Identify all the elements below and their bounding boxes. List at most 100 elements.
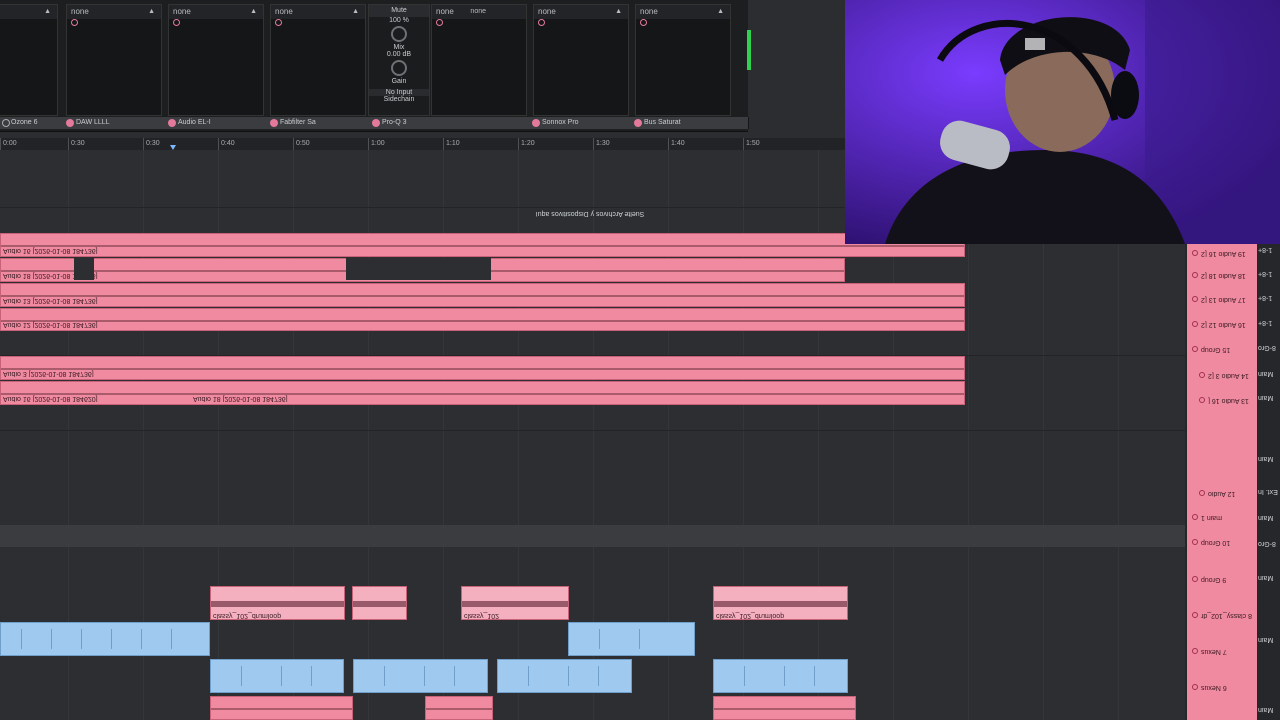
record-arm-icon[interactable] [1192,684,1198,690]
track-io[interactable]: 8-Gro [1258,344,1280,358]
power-icon[interactable] [372,119,380,127]
audio-clip[interactable]: Audio 16 [2026-01-08 184736] [0,233,965,257]
pin-icon[interactable] [436,19,443,26]
audio-clip[interactable] [713,696,856,720]
track-io[interactable]: Main [1258,370,1280,384]
track-header[interactable]: 7 Nexus [1187,642,1257,664]
track-io[interactable]: Main [1258,455,1280,469]
midi-clip[interactable] [210,659,344,693]
track-header[interactable]: main 1 [1187,508,1257,530]
slot-label: none [640,7,658,16]
chevron-up-icon[interactable]: ▲ [615,5,622,19]
midi-clip[interactable] [497,659,632,693]
track-header[interactable]: 15 Group [1187,340,1257,362]
group-icon[interactable] [1192,576,1198,582]
track-io[interactable]: Main [1258,574,1280,588]
device-slot[interactable]: none▲ [270,4,366,116]
audio-clip[interactable]: Audio 3 [2026-01-08 184736] [0,356,965,380]
drum-clip[interactable]: classy_102 [461,586,569,620]
pin-icon[interactable] [275,19,282,26]
track-io[interactable]: Ext. In [1258,488,1280,502]
device-slot[interactable]: none▲ [66,4,162,116]
midi-clip[interactable] [713,659,848,693]
track-io[interactable]: 1-8+ [1258,319,1280,333]
device-header[interactable]: Fabfilter Sa [266,117,369,129]
chevron-up-icon[interactable]: ▲ [148,5,155,19]
track-header[interactable]: 16 Audio 12 [2 [1187,315,1257,337]
drum-clip[interactable]: classy_102_drumloop [713,586,848,620]
audio-clip[interactable] [210,696,353,720]
chevron-up-icon[interactable]: ▲ [352,5,359,19]
track-header[interactable]: 17 Audio 13 [2 [1187,290,1257,312]
record-arm-icon[interactable] [1192,272,1198,278]
device-header[interactable]: Sonnox Pro [528,117,631,129]
pin-icon[interactable] [173,19,180,26]
device-slot[interactable]: none▲ [533,4,629,116]
audio-clip[interactable]: Audio 12 [2026-01-08 184736] [0,308,965,331]
record-arm-icon[interactable] [1199,490,1205,496]
gain-knob[interactable] [391,60,407,76]
track-header[interactable]: 14 Audio 3 [2 [1194,366,1264,388]
midi-clip[interactable] [568,622,695,656]
drum-clip[interactable]: classy_102_drumloop [210,586,345,620]
midi-clip[interactable] [0,622,210,656]
chevron-up-icon[interactable]: ▲ [250,5,257,19]
midi-clip[interactable] [353,659,488,693]
device-header[interactable]: Pro-Q 3 [368,117,529,129]
device-slot[interactable]: none ▲ [635,4,731,116]
mix-knob[interactable] [391,26,407,42]
record-arm-icon[interactable] [1192,612,1198,618]
record-arm-icon[interactable] [1192,514,1198,520]
device-name: Pro-Q 3 [382,119,407,126]
pin-icon[interactable] [640,19,647,26]
drop-zone[interactable] [0,525,1185,547]
power-icon[interactable] [270,119,278,127]
pin-icon[interactable] [71,19,78,26]
track-header[interactable]: 6 Nexus [1187,678,1257,700]
audio-clip[interactable] [425,696,493,720]
record-arm-icon[interactable] [1199,397,1205,403]
group-icon[interactable] [1192,346,1198,352]
record-arm-icon[interactable] [1192,250,1198,256]
device-header[interactable]: DAW LLLL [62,117,165,129]
track-io[interactable]: Main [1258,636,1280,650]
power-icon[interactable] [66,119,74,127]
power-icon[interactable] [2,119,10,127]
track-header[interactable]: 9 Group [1187,570,1257,592]
track-header[interactable]: 10 Group [1187,533,1257,555]
track-io[interactable]: 8-Gro [1258,540,1280,554]
drum-clip[interactable] [352,586,407,620]
track-io[interactable]: Main [1258,394,1280,408]
device-header[interactable]: Audio EL-I [164,117,267,129]
track-header[interactable]: 13 Audio 16 [ [1194,391,1264,413]
record-arm-icon[interactable] [1192,296,1198,302]
track-io[interactable]: 1-8+ [1258,270,1280,284]
track-header[interactable]: 8 classy_102_dr [1187,606,1257,628]
track-io[interactable]: 1-8+ [1258,246,1280,260]
pin-icon[interactable] [538,19,545,26]
chevron-up-icon[interactable]: ▲ [717,5,724,19]
track-io[interactable]: Main [1258,706,1280,720]
device-slot[interactable]: none▲ [168,4,264,116]
power-icon[interactable] [532,119,540,127]
audio-clip[interactable]: Audio 16 [2026-01-08 184620] Audio 18 [20… [0,381,965,405]
track-io[interactable]: Main [1258,514,1280,528]
device-header[interactable]: Bus Saturat [630,117,749,129]
track-header[interactable]: 18 Audio 18 [2 [1187,266,1257,288]
track-header[interactable]: 19 Audio 16 [2 [1187,244,1257,266]
timeline-ruler[interactable]: 0:00 0:30 0:30 0:40 0:50 1:00 1:10 1:20 … [0,138,845,150]
record-arm-icon[interactable] [1199,372,1205,378]
group-icon[interactable] [1192,539,1198,545]
audio-clip[interactable]: Audio 13 [2026-01-08 184736] [0,283,965,307]
chevron-up-icon[interactable]: ▲ [44,5,51,19]
device-slot[interactable]: none none [431,4,527,116]
track-header[interactable]: 12 Audio [1194,484,1264,506]
record-arm-icon[interactable] [1192,321,1198,327]
record-arm-icon[interactable] [1192,648,1198,654]
power-icon[interactable] [634,119,642,127]
device-header[interactable]: Ozone 6 [0,117,63,129]
power-icon[interactable] [168,119,176,127]
track-io[interactable]: 1-8+ [1258,294,1280,308]
input-select[interactable]: No Input [369,89,429,96]
device-slot[interactable]: none▲ [0,4,58,116]
